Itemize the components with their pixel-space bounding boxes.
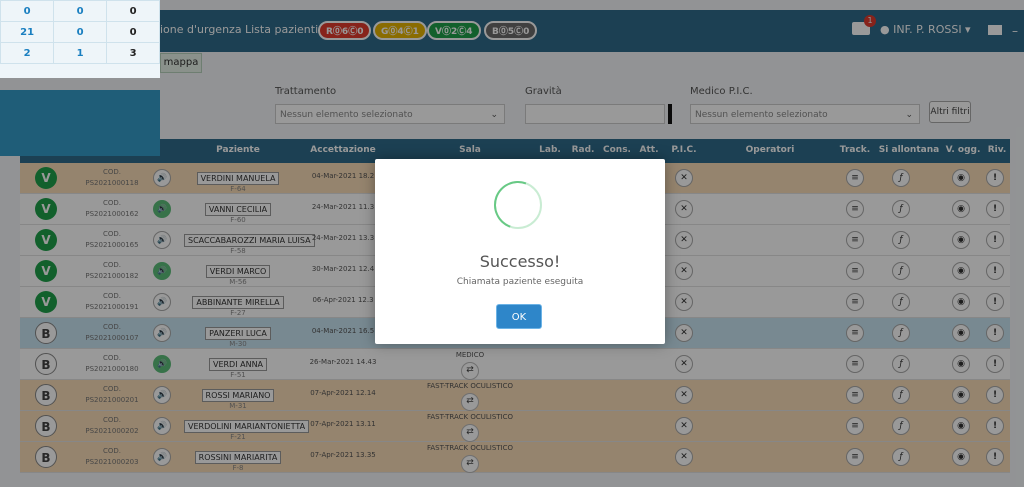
summary-cell: 2 [0,42,55,64]
summary-cell: 0 [106,0,160,22]
summary-cell: 0 [53,21,108,43]
summary-cell: 0 [106,21,160,43]
summary-cell: 3 [106,42,160,64]
summary-cell: 1 [53,42,108,64]
success-spinner-arc [486,173,550,237]
ok-button[interactable]: OK [496,304,542,329]
side-dark-panel [0,90,160,156]
success-modal: Successo! Chiamata paziente eseguita OK [375,159,665,344]
modal-message: Chiamata paziente eseguita [456,277,584,287]
summary-cell: 0 [0,0,55,22]
summary-cell: 21 [0,21,55,43]
summary-table: 0 0 0 21 0 0 2 1 3 [0,0,160,64]
modal-title: Successo! [479,252,561,271]
summary-counts-widget: 0 0 0 21 0 0 2 1 3 [0,0,160,78]
summary-cell: 0 [53,0,108,22]
